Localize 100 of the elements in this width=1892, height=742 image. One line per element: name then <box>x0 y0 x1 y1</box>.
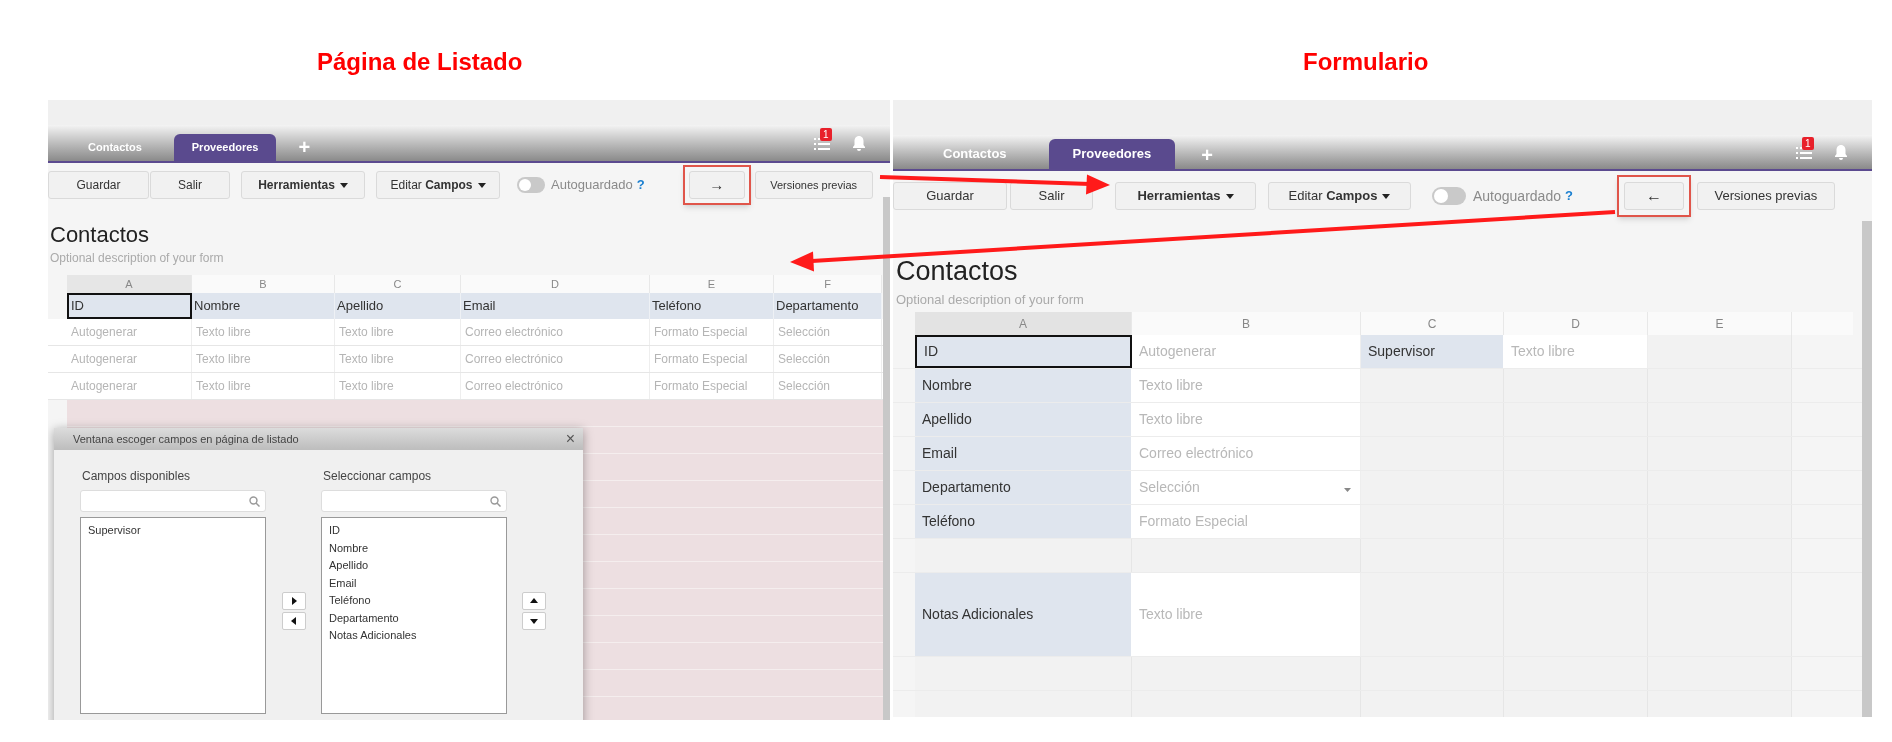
form-title: Contactos <box>895 255 1019 288</box>
field-label[interactable]: Supervisor <box>1361 335 1504 368</box>
triangle-icon <box>530 617 538 625</box>
triangle-icon <box>290 597 298 605</box>
previous-versions-button[interactable]: Versiones previas <box>754 171 873 199</box>
table-cell: Correo electrónico <box>461 319 650 345</box>
autosave-toggle[interactable] <box>517 177 545 193</box>
caret-icon <box>1225 193 1234 199</box>
table-cell: Texto libre <box>335 319 461 345</box>
form-description: Optional description of your form <box>49 250 225 267</box>
table-cell[interactable]: Nombre <box>192 293 335 319</box>
previous-versions-button[interactable]: Versiones previas <box>1696 182 1835 210</box>
help-link[interactable]: ? <box>636 175 645 195</box>
save-button[interactable]: Guardar <box>48 171 149 199</box>
list-item[interactable]: Nombre <box>329 539 369 557</box>
column-header[interactable]: C <box>1361 312 1504 335</box>
scrollbar[interactable] <box>1862 221 1872 717</box>
switch-view-button[interactable]: → <box>688 171 745 199</box>
table-cell: Texto libre <box>192 373 335 399</box>
caret-icon <box>339 182 348 188</box>
list-item[interactable]: Teléfono <box>329 592 371 610</box>
table-cell: Formato Especial <box>650 373 774 399</box>
column-header[interactable]: D <box>1504 312 1648 335</box>
bell-icon <box>852 135 866 151</box>
dialog-title: Ventana escoger campos en página de listado <box>73 431 299 447</box>
table-cell: Autogenerar <box>67 319 192 345</box>
help-link[interactable]: ? <box>1564 186 1573 206</box>
autosave-label: Autoguardado <box>551 176 633 195</box>
table-cell[interactable]: ID <box>67 293 192 319</box>
annotation-title: Formulario <box>1303 47 1429 77</box>
field-label[interactable]: ID <box>915 335 1132 368</box>
list-item[interactable]: ID <box>329 522 340 540</box>
field-label[interactable]: Nombre <box>915 369 1132 402</box>
table-cell[interactable]: Departamento <box>774 293 882 319</box>
column-header[interactable]: D <box>461 275 650 293</box>
search-field[interactable] <box>321 490 507 512</box>
list-item[interactable]: Departamento <box>329 609 399 627</box>
caret-icon <box>477 182 486 188</box>
list-item[interactable]: Email <box>329 574 357 592</box>
form-title: Contactos <box>49 221 151 249</box>
save-button[interactable]: Guardar <box>893 182 1007 210</box>
bell-icon <box>1834 144 1848 160</box>
field-label[interactable]: Departamento <box>915 471 1132 504</box>
move-down-button[interactable] <box>522 612 546 630</box>
table-cell: Texto libre <box>192 346 335 372</box>
column-header[interactable]: F <box>774 275 882 293</box>
search-icon <box>249 495 260 507</box>
tools-dropdown[interactable]: Herramientas <box>1115 182 1256 210</box>
exit-button[interactable]: Salir <box>150 171 230 199</box>
form-description: Optional description of your form <box>895 291 1085 309</box>
move-right-button[interactable] <box>282 592 306 610</box>
table-cell: Autogenerar <box>67 373 192 399</box>
list-item[interactable]: Apellido <box>329 557 369 575</box>
field-label[interactable]: Notas Adicionales <box>915 573 1132 656</box>
table-cell: Correo electrónico <box>461 346 650 372</box>
tab[interactable]: Proveedores <box>1048 139 1176 169</box>
table-cell: Texto libre <box>335 346 461 372</box>
field-label[interactable]: Email <box>915 437 1132 470</box>
table-cell: Selección <box>774 373 882 399</box>
field-label[interactable]: Teléfono <box>915 505 1132 538</box>
list-item[interactable]: Notas Adicionales <box>329 627 417 645</box>
table-cell[interactable]: Apellido <box>335 293 461 319</box>
move-up-button[interactable] <box>522 592 546 610</box>
annotation-title: Página de Listado <box>317 47 523 77</box>
notification-badge: 1 <box>820 128 832 141</box>
notifications-button[interactable] <box>1834 144 1848 160</box>
list-item[interactable]: Supervisor <box>88 522 141 540</box>
tools-dropdown[interactable]: Herramientas <box>241 171 365 199</box>
scrollbar[interactable] <box>883 197 890 720</box>
table-cell: Autogenerar <box>67 346 192 372</box>
move-left-button[interactable] <box>282 612 306 630</box>
edit-fields-dropdown[interactable]: Editar Campos <box>376 171 500 199</box>
switch-view-button[interactable]: ← <box>1623 182 1684 210</box>
list-box[interactable]: ID Nombre Apellido Email Teléfono Departamento Notas Adicionales <box>321 517 507 714</box>
table-cell: Formato Especial <box>650 319 774 345</box>
table-cell: Selección <box>774 346 882 372</box>
notifications-button[interactable] <box>852 135 866 151</box>
table-cell: Selección <box>774 319 882 345</box>
notification-badge: 1 <box>1802 137 1814 150</box>
triangle-icon <box>290 617 298 625</box>
edit-fields-dropdown[interactable]: Editar Campos <box>1268 182 1411 210</box>
table-cell[interactable]: Email <box>461 293 650 319</box>
caret-icon <box>1344 488 1351 492</box>
search-field[interactable] <box>80 490 266 512</box>
tab[interactable]: Proveedores <box>173 134 277 161</box>
triangle-icon <box>530 597 538 605</box>
field-label[interactable]: Apellido <box>915 403 1132 436</box>
table-cell: Formato Especial <box>650 346 774 372</box>
search-icon <box>490 495 501 507</box>
autosave-label: Autoguardado <box>1473 186 1561 206</box>
close-button[interactable]: × <box>565 431 575 447</box>
list-label: Campos disponibles <box>81 468 192 483</box>
caret-icon <box>1382 193 1391 199</box>
table-cell[interactable]: Teléfono <box>650 293 774 319</box>
list-label: Seleccionar campos <box>322 468 433 483</box>
autosave-toggle[interactable] <box>1432 187 1466 205</box>
column-header[interactable]: B <box>192 275 335 293</box>
table-cell: Texto libre <box>335 373 461 399</box>
column-header[interactable]: C <box>335 275 461 293</box>
list-box[interactable]: Supervisor <box>80 517 266 714</box>
